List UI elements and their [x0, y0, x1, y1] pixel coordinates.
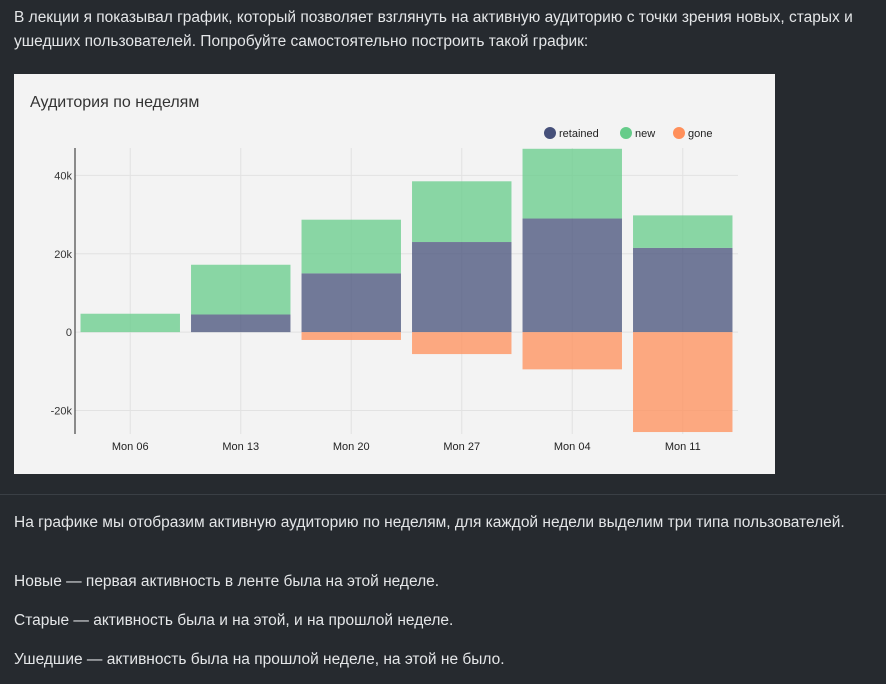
- x-tick-label: Mon 27: [443, 441, 480, 453]
- legend-marker-retained: [544, 127, 556, 139]
- bar-retained: [412, 242, 512, 333]
- bar-retained: [633, 247, 733, 333]
- bar-gone: [301, 332, 401, 340]
- divider: [0, 494, 886, 495]
- x-tick-label: Mon 06: [112, 441, 149, 453]
- bar-gone: [633, 332, 733, 433]
- bar-new: [412, 181, 512, 243]
- legend-marker-gone: [673, 127, 685, 139]
- bar-gone: [522, 332, 622, 370]
- chart-card: Аудитория по неделям -20k 0 20k 40k Mon 06 Mo…: [14, 74, 775, 474]
- bar-gone: [412, 332, 512, 355]
- x-tick-label: Mon 20: [333, 441, 370, 453]
- legend-label-retained: retained: [559, 128, 599, 140]
- bar-new: [191, 264, 291, 315]
- x-tick-label: Mon 13: [222, 441, 259, 453]
- bar-new: [522, 148, 622, 219]
- y-tick-label: 0: [66, 327, 72, 339]
- paragraph-new-users: Новые — первая активность в ленте была н…: [14, 573, 440, 590]
- legend-label-gone: gone: [688, 128, 712, 140]
- bar-new: [301, 219, 401, 274]
- bar-new: [633, 215, 733, 248]
- bar-retained: [191, 314, 291, 333]
- bar-retained: [522, 218, 622, 333]
- y-tick-label: 40k: [54, 170, 72, 182]
- y-tick-label: 20k: [54, 249, 72, 261]
- paragraph-description: На графике мы отобразим активную аудитор…: [14, 514, 845, 531]
- x-tick-label: Mon 11: [665, 441, 701, 453]
- y-tick-label: -20k: [51, 405, 73, 417]
- paragraph-retained-users: Старые — активность была и на этой, и на…: [14, 612, 454, 629]
- intro-text: В лекции я показывал график, который поз…: [14, 9, 853, 50]
- legend-label-new: new: [635, 128, 655, 140]
- paragraph-gone-users: Ушедшие — активность была на прошлой нед…: [14, 651, 505, 668]
- x-tick-label: Mon 04: [554, 441, 591, 453]
- bar-new: [80, 313, 180, 333]
- legend-marker-new: [620, 127, 632, 139]
- audience-chart: -20k 0 20k 40k Mon 06 Mon 13 Mon 20 Mon 27 Mon 0…: [51, 127, 738, 453]
- bar-retained: [301, 273, 401, 333]
